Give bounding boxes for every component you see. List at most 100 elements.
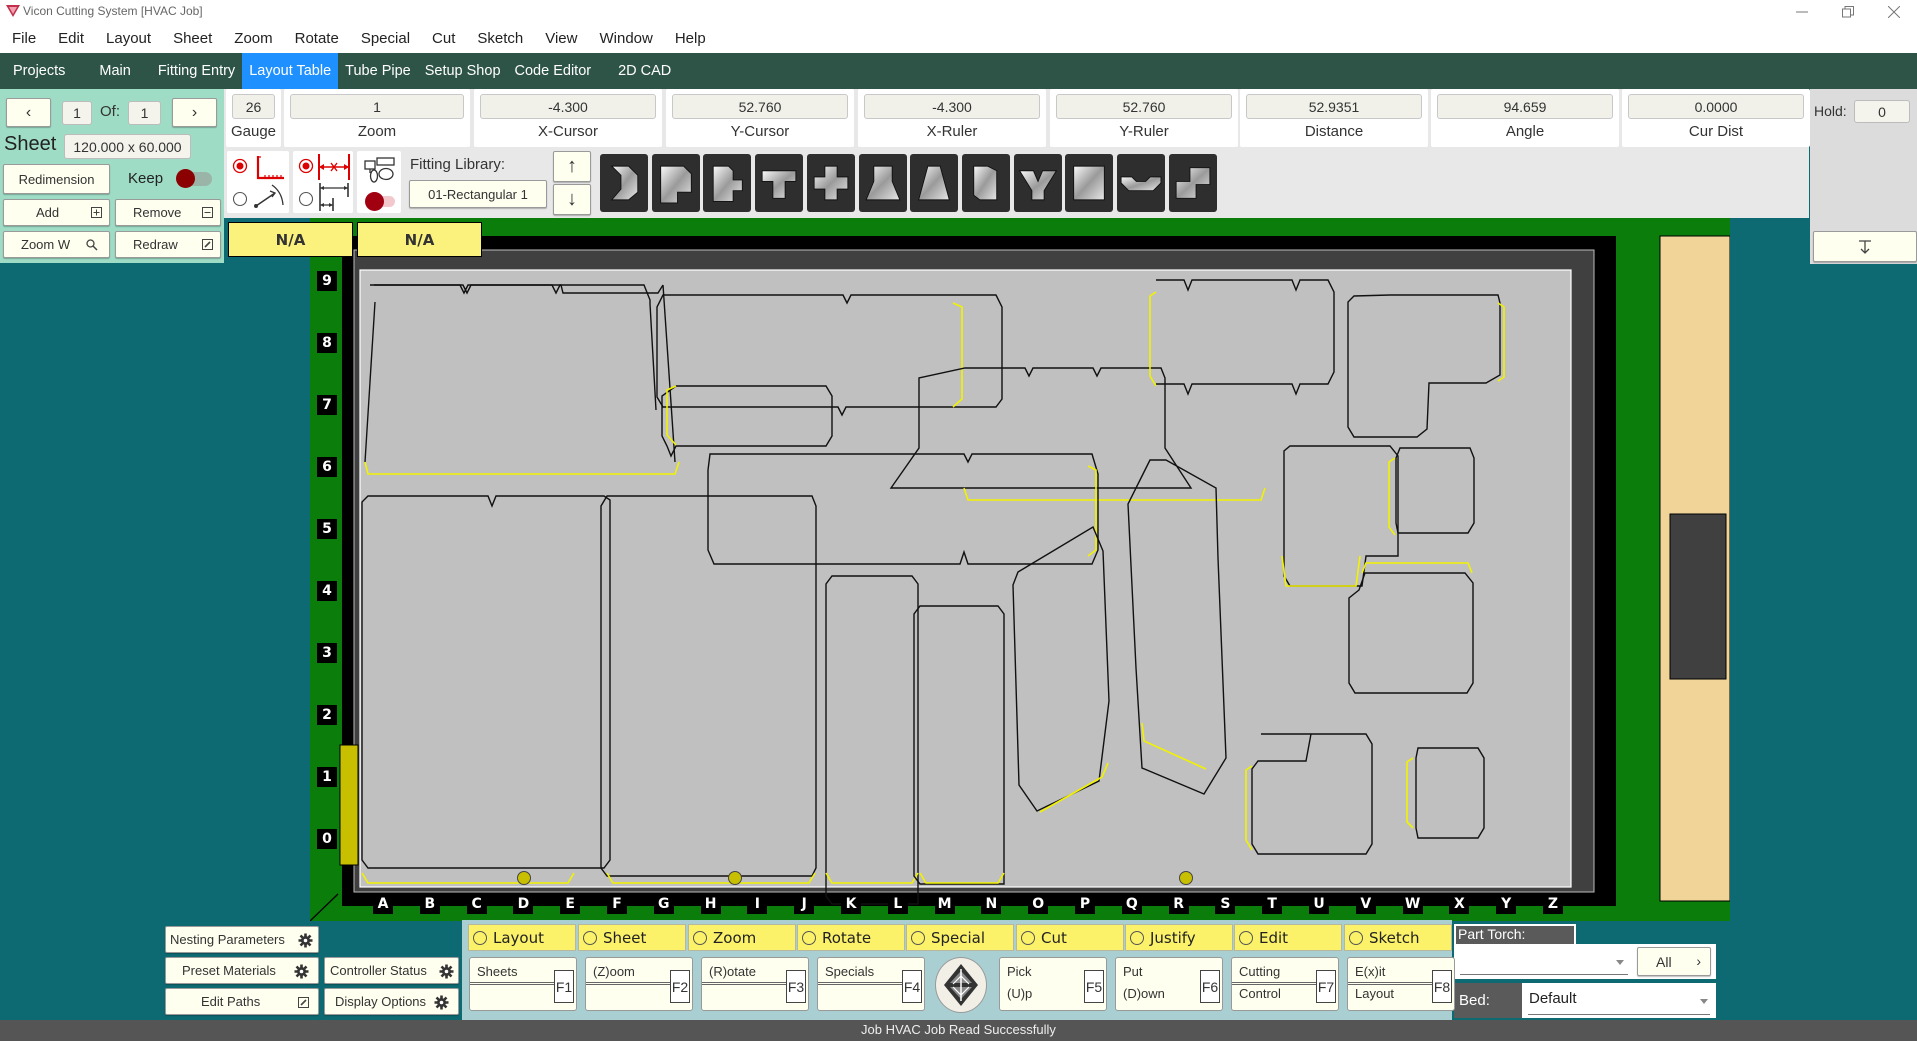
redimension-button[interactable]: Redimension [3,164,110,194]
tab-2d-cad[interactable]: 2D CAD [598,53,685,89]
fitting-offset-button[interactable] [600,154,648,212]
menu-file[interactable]: File [12,30,36,47]
nesting-parameters-button[interactable]: Nesting Parameters [165,926,319,953]
na-left-button[interactable]: N/A [228,222,353,257]
menu-help[interactable]: Help [675,30,706,47]
column-label: P [1075,894,1095,914]
mode-layout-button[interactable]: Layout [468,924,576,951]
fitting-reducer-button[interactable] [910,154,959,212]
fkey-f1-button[interactable]: Sheets F1 [469,957,577,1011]
gantry-carriage[interactable] [1669,513,1727,680]
tab-code-editor[interactable]: Code Editor [508,53,599,89]
cutting-table[interactable]: N/A N/A 9 8 7 6 5 4 3 2 1 0 A B C D E F G H I J K L M N O P Q R S T U V… [228,218,1730,921]
radio-linear-selected[interactable] [298,158,314,174]
fkey-f5-button[interactable]: Pick (U)p F5 [999,957,1107,1011]
fkey-divider [1348,982,1434,985]
remove-button[interactable]: Remove [115,199,221,226]
radio-icon [1021,930,1035,945]
bed-select[interactable]: Default [1522,983,1716,1018]
fitting-library-select[interactable]: 01-Rectangular 1 [409,180,547,208]
menu-layout[interactable]: Layout [106,30,151,47]
tab-fitting-entry[interactable]: Fitting Entry [151,53,242,89]
cross-fitting-icon [813,165,849,201]
menu-window[interactable]: Window [599,30,652,47]
hold-input[interactable]: 0 [1854,100,1910,123]
fkey-f4-button[interactable]: Specials F4 [817,957,925,1011]
tab-setup-shop[interactable]: Setup Shop [418,53,508,89]
fitting-scroll-down-button[interactable]: ↓ [553,184,591,215]
radio-ortho-selected[interactable] [232,158,248,174]
fkey-f7-button[interactable]: Cutting Control F7 [1231,957,1339,1011]
mode-rotate-button[interactable]: Rotate [797,924,905,951]
fitting-wye-button[interactable] [1013,154,1062,212]
bed-value: Default [1529,990,1577,1007]
menu-rotate[interactable]: Rotate [295,30,339,47]
fitting-cross-button[interactable] [806,154,855,212]
menu-special[interactable]: Special [361,30,410,47]
keep-toggle[interactable] [176,169,212,188]
sheet-size-field[interactable]: 120.000 x 60.000 [64,134,191,159]
tab-layout-table[interactable]: Layout Table [242,53,339,89]
down-to-line-icon [1859,239,1871,254]
menu-sheet[interactable]: Sheet [173,30,212,47]
close-button[interactable] [1871,0,1917,24]
part-torch-select[interactable] [1460,948,1628,975]
minimize-button[interactable] [1779,0,1825,24]
radio-arc[interactable] [232,191,248,207]
fkey-divider [470,982,556,985]
fkey-f2-button[interactable]: (Z)oom F2 [585,957,693,1011]
fkey-key-badge: F5 [1084,970,1104,1003]
menu-edit[interactable]: Edit [58,30,84,47]
mode-sketch-button[interactable]: Sketch [1344,924,1452,951]
all-torches-button[interactable]: All › [1637,947,1711,976]
fkey-f6-button[interactable]: Put (D)own F6 [1115,957,1223,1011]
mode-cut-button[interactable]: Cut [1016,924,1124,951]
clamp-dot[interactable] [1179,871,1193,885]
gauge-value[interactable]: 26 [232,94,275,119]
clamp-dot[interactable] [728,871,742,885]
display-options-button[interactable]: Display Options [324,988,459,1015]
fitting-transition-button[interactable] [858,154,907,212]
controller-status-button[interactable]: Controller Status [324,957,459,984]
radio-chain[interactable] [298,191,314,207]
mode-sheet-button[interactable]: Sheet [578,924,686,951]
shapes-icon[interactable] [364,156,396,184]
prev-sheet-button[interactable]: ‹ [6,98,51,127]
fitting-scroll-up-button[interactable]: ↑ [553,151,591,182]
fitting-z-offset-button[interactable] [1168,154,1217,212]
menu-view[interactable]: View [545,30,577,47]
tab-projects[interactable]: Projects [2,53,83,89]
sheet-page-input[interactable]: 1 [62,101,92,125]
redraw-button[interactable]: Redraw [115,231,221,258]
preset-materials-button[interactable]: Preset Materials [165,957,319,984]
fkey-f8-button[interactable]: E(x)it Layout F8 [1347,957,1455,1011]
mode-zoom-button[interactable]: Zoom [688,924,796,951]
pick-put-toggle-button[interactable] [935,957,987,1013]
zoom-value[interactable]: 1 [290,94,464,119]
mode-special-button[interactable]: Special [906,924,1014,951]
tab-main[interactable]: Main [83,53,150,89]
fitting-shoe-tap-button[interactable] [1117,154,1165,212]
clamp-dot[interactable] [517,871,531,885]
menu-cut[interactable]: Cut [432,30,455,47]
fkey-f3-button[interactable]: (R)otate F3 [701,957,809,1011]
restore-button[interactable] [1825,0,1871,24]
fitting-straight-offset-button[interactable] [961,154,1010,212]
menu-sketch[interactable]: Sketch [477,30,523,47]
na-right-button[interactable]: N/A [357,222,482,257]
mode-justify-button[interactable]: Justify [1125,924,1233,951]
tab-tube-pipe[interactable]: Tube Pipe [338,53,418,89]
mode-edit-button[interactable]: Edit [1234,924,1342,951]
fitting-flat-sheet-button[interactable] [1065,154,1114,212]
gear-icon [294,964,309,979]
edit-paths-button[interactable]: Edit Paths [165,988,319,1015]
fitting-elbow-button[interactable] [651,154,700,212]
add-button[interactable]: Add [3,199,110,226]
next-sheet-button[interactable]: › [172,98,217,127]
shapes-toggle[interactable] [365,192,395,211]
zoom-window-button[interactable]: Zoom W [3,231,110,258]
fitting-branch-tee-button[interactable] [703,154,752,212]
menu-zoom[interactable]: Zoom [234,30,272,47]
park-button[interactable] [1813,231,1917,262]
fitting-tee-button[interactable] [755,154,804,212]
